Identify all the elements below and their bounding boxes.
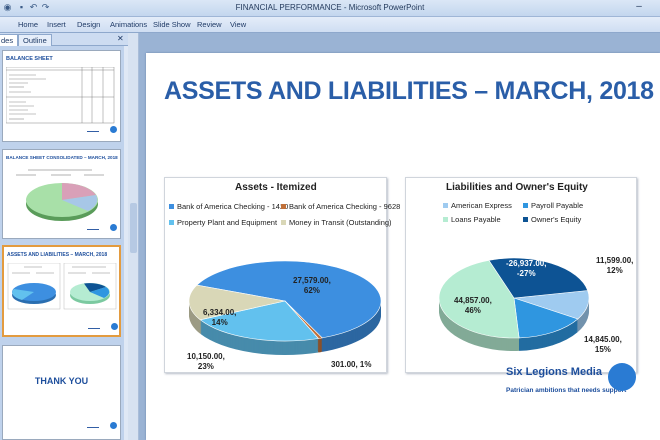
assets-pie[interactable] [165, 178, 388, 374]
slide-thumbnail-4[interactable]: THANK YOU ▬▬▬▬ [2, 345, 121, 440]
tab-view[interactable]: View [230, 20, 246, 29]
data-label: 27,579.00, 62% [293, 276, 331, 295]
tab-animations[interactable]: Animations [110, 20, 147, 29]
tab-slide-show[interactable]: Slide Show [153, 20, 191, 29]
brand-tagline: Patrician ambitions that needs support [506, 387, 627, 394]
thumbnail-logo [110, 422, 117, 429]
data-label: 44,857.00, 46% [454, 296, 492, 315]
slide-thumbnail-3[interactable]: ASSETS AND LIABILITIES – MARCH, 2018 ▬▬▬… [2, 245, 121, 337]
thumbnail-logo [110, 126, 117, 133]
thumbnail-brand: ▬▬▬▬ [87, 425, 99, 429]
data-label: 10,150.00, 23% [187, 352, 225, 371]
thumbnail-brand: ▬▬▬▬ [87, 227, 99, 231]
thumbnail-pie-graphic [16, 169, 104, 221]
data-label: -26,937.00, -27% [506, 259, 547, 278]
slide-thumbnail-1[interactable]: BALANCE SHEET ▬▬▬▬ [2, 50, 121, 142]
liabilities-chart[interactable]: Liabilities and Owner's Equity American … [405, 177, 637, 373]
brand-logo [608, 363, 636, 391]
title-bar: ◉ ▪ ↶ ↷ FINANCIAL PERFORMANCE - Microsof… [0, 0, 660, 17]
slide-editor: ASSETS AND LIABILITIES – MARCH, 2018 Ass… [128, 33, 660, 440]
splitter-bar[interactable] [128, 33, 139, 440]
thumbnail-title: THANK YOU [34, 376, 89, 386]
close-icon[interactable]: ✕ [117, 34, 124, 43]
tab-review[interactable]: Review [197, 20, 222, 29]
thumbnail-logo [111, 323, 118, 330]
thumbnail-logo [110, 224, 117, 231]
thumbnail-table-graphic [6, 67, 115, 124]
data-label: 6,334.00, 14% [203, 308, 237, 327]
tab-slides[interactable]: des [0, 34, 19, 46]
splitter-grip[interactable] [130, 203, 137, 253]
minimize-icon[interactable]: – [632, 1, 646, 14]
data-label: 11,599.00, 12% [596, 256, 634, 275]
thumbnail-title: ASSETS AND LIABILITIES – MARCH, 2018 [7, 252, 108, 258]
thumbnail-brand: ▬▬▬▬ [88, 326, 100, 330]
thumbnail-title: BALANCE SHEET CONSOLIDATED – MARCH, 2018 [6, 155, 118, 160]
slide-title[interactable]: ASSETS AND LIABILITIES – MARCH, 2018 [164, 77, 654, 106]
thumbnail-brand: ▬▬▬▬ [87, 129, 99, 133]
ribbon-tabs: Home Insert Design Animations Slide Show… [0, 17, 660, 33]
data-label: 301.00, 1% [331, 360, 372, 369]
data-label: 14,845.00, 15% [584, 335, 622, 354]
window-title: FINANCIAL PERFORMANCE - Microsoft PowerP… [235, 3, 425, 12]
tab-home[interactable]: Home [18, 20, 38, 29]
tab-design[interactable]: Design [77, 20, 100, 29]
slide-thumbnail-2[interactable]: BALANCE SHEET CONSOLIDATED – MARCH, 2018… [2, 149, 121, 239]
thumbnail-charts-graphic [7, 263, 117, 310]
pane-tabs: des Outline ✕ [0, 33, 128, 46]
slides-pane: des Outline ✕ BALANCE SHEET ▬▬▬▬ BALANCE… [0, 33, 128, 440]
slide-canvas[interactable]: ASSETS AND LIABILITIES – MARCH, 2018 Ass… [146, 53, 660, 440]
assets-chart[interactable]: Assets - Itemized Bank of America Checki… [164, 177, 400, 374]
brand-name: Six Legions Media [506, 366, 602, 378]
thumbnail-title: BALANCE SHEET [6, 56, 53, 62]
tab-insert[interactable]: Insert [47, 20, 66, 29]
tab-outline[interactable]: Outline [18, 34, 52, 46]
